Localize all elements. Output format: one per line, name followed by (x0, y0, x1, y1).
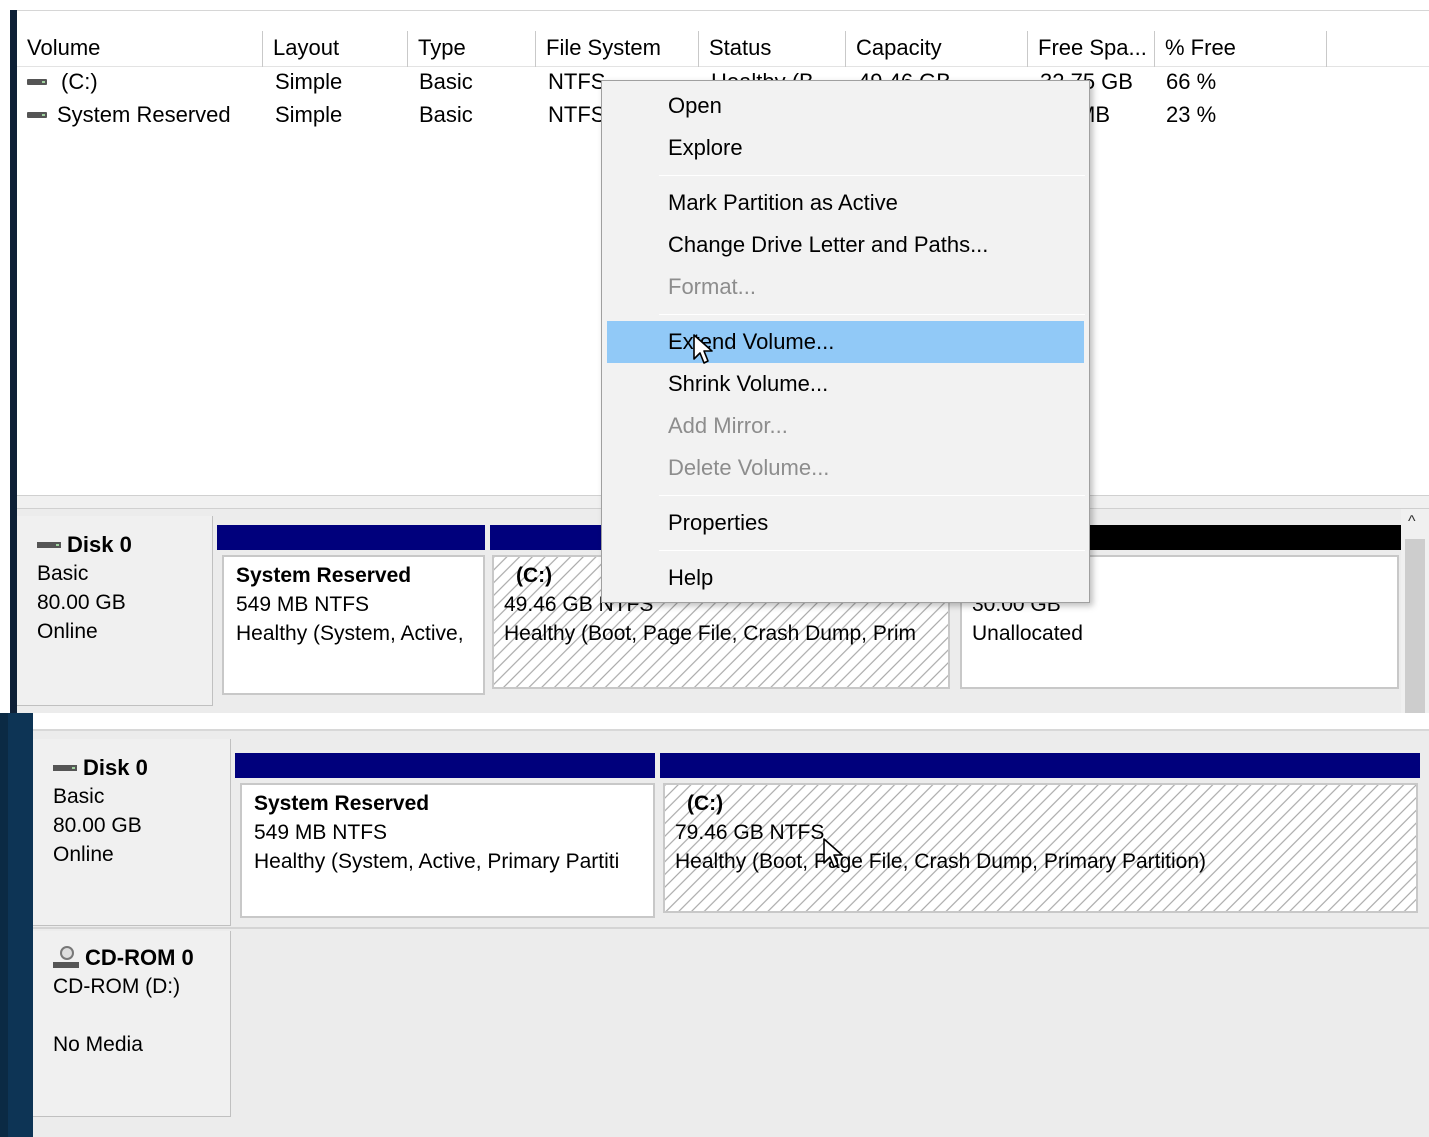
list-bottom-edge (33, 713, 1429, 731)
cdrom-drive: CD-ROM (D:) (53, 975, 181, 998)
column-volume[interactable]: Volume (17, 31, 263, 67)
cdrom-title: CD-ROM 0 (53, 943, 230, 972)
partition-status: Healthy (Boot, Page File, Crash Dump, Pr… (504, 622, 916, 645)
partition-header (660, 753, 1420, 778)
volume-pct-free: 23 % (1166, 102, 1217, 127)
volume-type: Basic (419, 102, 473, 127)
disk-management-before: Volume Layout Type File System Status Ca… (0, 0, 1429, 713)
disk-size: 80.00 GB (37, 591, 126, 614)
partition-header (217, 525, 485, 550)
window-frame-inner (8, 713, 33, 1137)
menu-separator (659, 550, 1085, 551)
window-edge (0, 10, 5, 713)
partition-c[interactable]: (C:) 79.46 GB NTFS Healthy (Boot, Page F… (663, 783, 1418, 913)
menu-item-mark-active[interactable]: Mark Partition as Active (607, 182, 1084, 224)
volume-layout: Simple (275, 102, 343, 127)
menu-item-extend-volume[interactable]: Extend Volume... (607, 321, 1084, 363)
partition-title: System Reserved (254, 792, 430, 815)
column-layout[interactable]: Layout (263, 31, 408, 67)
partition-size: 549 MB NTFS (236, 593, 370, 616)
scroll-up-icon[interactable]: ^ (1408, 513, 1416, 531)
menu-item-explore[interactable]: Explore (607, 127, 1084, 169)
volume-name: (C:) (61, 69, 98, 94)
menu-item-properties[interactable]: Properties (607, 502, 1084, 544)
volume-type: Basic (419, 69, 473, 94)
volume-icon (27, 79, 47, 85)
column-type[interactable]: Type (408, 31, 536, 67)
cdrom-media-area[interactable] (233, 931, 1429, 1117)
disk-map: Disk 0 Basic 80.00 GB Online System Rese… (33, 713, 1429, 1137)
disk-0-label[interactable]: Disk 0 Basic 80.00 GB Online (33, 739, 231, 926)
partition-status: Healthy (Boot, Page File, Crash Dump, Pr… (675, 850, 1207, 873)
volume-pct-free: 66 % (1166, 69, 1217, 94)
disk-type: Basic (37, 562, 89, 585)
partition-system-reserved[interactable]: System Reserved 549 MB NTFS Healthy (Sys… (240, 783, 655, 918)
menu-item-open[interactable]: Open (607, 85, 1084, 127)
mouse-pointer-icon (823, 838, 843, 868)
partition-header (235, 753, 655, 778)
cd-rom-icon (53, 945, 79, 970)
disk-0-label[interactable]: Disk 0 Basic 80.00 GB Online (17, 516, 213, 706)
menu-item-shrink-volume[interactable]: Shrink Volume... (607, 363, 1084, 405)
volume-fs: NTFS (548, 69, 606, 94)
menu-item-change-drive-letter[interactable]: Change Drive Letter and Paths... (607, 224, 1084, 266)
column-capacity[interactable]: Capacity (846, 31, 1028, 67)
partition-title: System Reserved (236, 564, 412, 587)
volume-name: System Reserved (57, 102, 231, 127)
partition-system-reserved[interactable]: System Reserved 549 MB NTFS Healthy (Sys… (222, 555, 485, 695)
disk-title: Disk 0 (53, 753, 230, 782)
menu-item-delete-volume[interactable]: Delete Volume... (607, 447, 1084, 489)
volume-icon (27, 112, 47, 118)
menu-item-help[interactable]: Help (607, 557, 1084, 599)
disk-name: Disk 0 (67, 532, 132, 557)
column-file-system[interactable]: File System (536, 31, 699, 67)
menu-separator (659, 314, 1085, 315)
disk-management-after: Disk 0 Basic 80.00 GB Online System Rese… (0, 713, 1429, 1137)
disk-state: Online (53, 843, 114, 866)
disk-icon (53, 764, 77, 771)
menu-separator (659, 175, 1085, 176)
disk-state: Online (37, 620, 98, 643)
mouse-pointer-icon (693, 334, 713, 364)
partition-status: Healthy (System, Active, (236, 622, 464, 645)
column-status[interactable]: Status (699, 31, 846, 67)
column-percent-free[interactable]: % Free (1155, 31, 1327, 67)
volume-list-header: Volume Layout Type File System Status Ca… (17, 31, 1429, 67)
menu-item-format[interactable]: Format... (607, 266, 1084, 308)
partition-size: 549 MB NTFS (254, 821, 388, 844)
disk-icon (37, 541, 61, 548)
cdrom-spacer (53, 1001, 230, 1030)
unallocated-status: Unallocated (972, 622, 1083, 645)
column-free-space[interactable]: Free Spa... (1028, 31, 1155, 67)
cdrom-name: CD-ROM 0 (85, 945, 194, 970)
disk-title: Disk 0 (37, 530, 212, 559)
volume-layout: Simple (275, 69, 343, 94)
partition-size: 79.46 GB NTFS (675, 821, 825, 844)
menu-item-add-mirror[interactable]: Add Mirror... (607, 405, 1084, 447)
disk-type: Basic (53, 785, 105, 808)
context-menu: Open Explore Mark Partition as Active Ch… (601, 80, 1090, 603)
disk-name: Disk 0 (83, 755, 148, 780)
cdrom-0-label[interactable]: CD-ROM 0 CD-ROM (D:) No Media (33, 931, 231, 1117)
window-frame-edge (10, 10, 17, 713)
scrollbar-thumb[interactable] (1405, 539, 1425, 713)
menu-separator (659, 495, 1085, 496)
disk-map-scrollbar[interactable]: ^ (1401, 509, 1429, 713)
cdrom-media: No Media (53, 1033, 143, 1056)
partition-title: (C:) (687, 792, 724, 815)
row-divider (33, 927, 1429, 929)
volume-fs: NTFS (548, 102, 606, 127)
partition-status: Healthy (System, Active, Primary Partiti (254, 850, 620, 873)
disk-size: 80.00 GB (53, 814, 142, 837)
